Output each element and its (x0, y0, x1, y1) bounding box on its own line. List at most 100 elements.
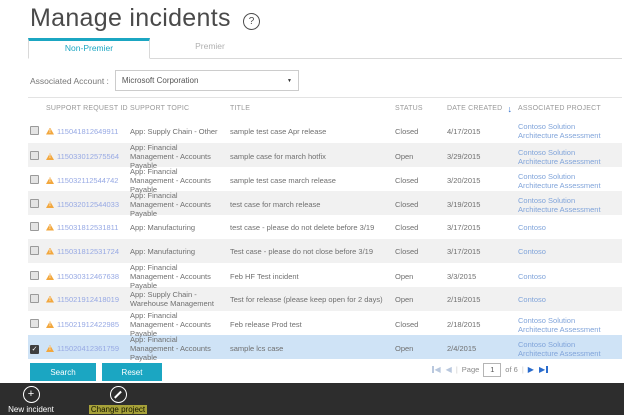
warning-triangle-icon: ! (46, 345, 54, 352)
table-row[interactable]: ! 115030312467638 App: Financial Managem… (28, 263, 622, 287)
first-page-button[interactable]: ◀ (432, 365, 441, 374)
pager-left-buttons: ◀◀ (432, 365, 452, 374)
status-cell: Closed (395, 320, 447, 329)
status-cell: Open (395, 344, 447, 353)
support-request-id-link[interactable]: 115021912422985 (57, 320, 119, 329)
title-cell: test case - please do not delete before … (230, 223, 395, 232)
row-checkbox[interactable] (30, 246, 39, 255)
column-header-label: ASSOCIATED PROJECT (518, 105, 601, 112)
row-checkbox[interactable] (30, 199, 39, 208)
pager-separator: | (522, 365, 524, 374)
table-row[interactable]: ! 115032012544033 App: Financial Managem… (28, 191, 622, 215)
support-topic-cell: App: Financial Management - Accounts Pay… (130, 263, 230, 290)
date-created-cell: 3/3/2015 (447, 272, 518, 281)
table-row[interactable]: ✓ ! 115020412361759 App: Financial Manag… (28, 335, 622, 359)
date-created-cell: 2/18/2015 (447, 320, 518, 329)
row-checkbox[interactable] (30, 175, 39, 184)
support-request-id-link[interactable]: 115041812649911 (57, 127, 118, 136)
tab-premier[interactable]: Premier (150, 38, 270, 58)
manage-incidents-page: Manage incidents ? Non-Premier Premier A… (0, 0, 624, 415)
action-buttons: Search Reset (30, 363, 162, 381)
row-checkbox[interactable] (30, 319, 39, 328)
table-row[interactable]: ! 115031812531811 App: Manufacturing tes… (28, 215, 622, 239)
support-request-id-link[interactable]: 115033012575564 (57, 152, 119, 161)
table-row[interactable]: ! 115021912422985 App: Financial Managem… (28, 311, 622, 335)
date-created-cell: 3/17/2015 (447, 223, 518, 232)
support-request-id-link[interactable]: 115032012544033 (57, 200, 119, 209)
prev-page-icon: ◀ (446, 365, 452, 374)
status-cell: Closed (395, 200, 447, 209)
support-request-id-link[interactable]: 115032112544742 (57, 176, 118, 185)
warning-bang: ! (49, 346, 51, 352)
row-checkbox[interactable] (30, 271, 39, 280)
new-incident-button[interactable]: +New incident (2, 386, 60, 414)
warning-triangle-icon: ! (46, 321, 54, 328)
row-checkbox[interactable] (30, 294, 39, 303)
reset-button[interactable]: Reset (102, 363, 162, 381)
table-row[interactable]: ! 115021912418019 App: Supply Chain - Wa… (28, 287, 622, 311)
column-header-label: SUPPORT REQUEST ID (46, 105, 128, 112)
column-header-support-request-id[interactable]: SUPPORT REQUEST ID (46, 105, 130, 112)
help-icon[interactable]: ? (243, 13, 260, 30)
warning-bang: ! (49, 249, 51, 255)
warning-triangle-icon: ! (46, 224, 54, 231)
tab-non-premier[interactable]: Non-Premier (28, 38, 150, 59)
tab-strip: Non-Premier Premier (28, 38, 622, 59)
table-row[interactable]: ! 115041812649911 App: Supply Chain - Ot… (28, 119, 622, 143)
last-page-button[interactable]: ▶ (539, 365, 548, 374)
title-cell: sample test case march release (230, 176, 395, 185)
search-button[interactable]: Search (30, 363, 96, 381)
table-row[interactable]: ! 115032112544742 App: Financial Managem… (28, 167, 622, 191)
associated-project-link[interactable]: Contoso Solution Architecture Assessment (518, 172, 614, 190)
associated-project-link[interactable]: Contoso (518, 223, 614, 232)
column-header-label: DATE CREATED (447, 105, 502, 112)
table-row[interactable]: ! 115031812531724 App: Manufacturing Tes… (28, 239, 622, 263)
help-question-mark: ? (249, 16, 255, 27)
column-header-label: STATUS (395, 105, 423, 112)
title-cell: sample lcs case (230, 344, 395, 353)
next-page-button[interactable]: ▶ (528, 365, 534, 374)
warning-bang: ! (49, 202, 51, 208)
column-header-support-topic[interactable]: SUPPORT TOPIC (130, 105, 230, 112)
chevron-down-icon: ▼ (287, 78, 292, 84)
next-page-icon: ▶ (528, 365, 534, 374)
associated-account-select[interactable]: Microsoft Corporation ▼ (115, 70, 299, 91)
change-project-button[interactable]: Change project (82, 386, 154, 414)
last-page-icon (546, 366, 548, 373)
associated-project-link[interactable]: Contoso Solution Architecture Assessment (518, 122, 614, 140)
page-of-label: of 6 (505, 365, 518, 374)
associated-project-link[interactable]: Contoso (518, 295, 614, 304)
table-body: ! 115041812649911 App: Supply Chain - Ot… (28, 119, 622, 359)
column-header-label: SUPPORT TOPIC (130, 105, 189, 112)
support-request-id-link[interactable]: 115020412361759 (57, 344, 119, 353)
associated-project-link[interactable]: Contoso Solution Architecture Assessment (518, 196, 614, 214)
column-header-associated-project[interactable]: ASSOCIATED PROJECT (518, 105, 622, 112)
support-request-id-link[interactable]: 115030312467638 (57, 272, 119, 281)
warning-bang: ! (49, 297, 51, 303)
warning-triangle-icon: ! (46, 128, 54, 135)
page-number-input[interactable] (483, 363, 501, 377)
page-title: Manage incidents (30, 4, 231, 33)
column-header-status[interactable]: STATUS (395, 105, 447, 112)
row-checkbox[interactable] (30, 126, 39, 135)
associated-project-link[interactable]: Contoso (518, 247, 614, 256)
prev-page-button[interactable]: ◀ (446, 365, 452, 374)
column-header-date-created[interactable]: DATE CREATED↓ (447, 104, 518, 114)
associated-project-link[interactable]: Contoso Solution Architecture Assessment (518, 148, 614, 166)
row-checkbox[interactable] (30, 151, 39, 160)
warning-triangle-icon: ! (46, 273, 54, 280)
associated-project-link[interactable]: Contoso Solution Architecture Assessment (518, 316, 614, 334)
support-request-id-link[interactable]: 115021912418019 (57, 295, 119, 304)
support-request-id-link[interactable]: 115031812531811 (57, 223, 118, 232)
associated-project-link[interactable]: Contoso Solution Architecture Assessment (518, 340, 614, 358)
table-row[interactable]: ! 115033012575564 App: Financial Managem… (28, 143, 622, 167)
warning-bang: ! (49, 154, 51, 160)
row-checkbox[interactable] (30, 222, 39, 231)
title-cell: test case for march release (230, 200, 395, 209)
associated-project-link[interactable]: Contoso (518, 272, 614, 281)
support-request-id-link[interactable]: 115031812531724 (57, 247, 119, 256)
column-header-title[interactable]: TITLE (230, 105, 395, 112)
row-checkbox[interactable]: ✓ (30, 345, 39, 354)
column-header-label: TITLE (230, 105, 250, 112)
first-page-icon: ◀ (435, 365, 441, 374)
